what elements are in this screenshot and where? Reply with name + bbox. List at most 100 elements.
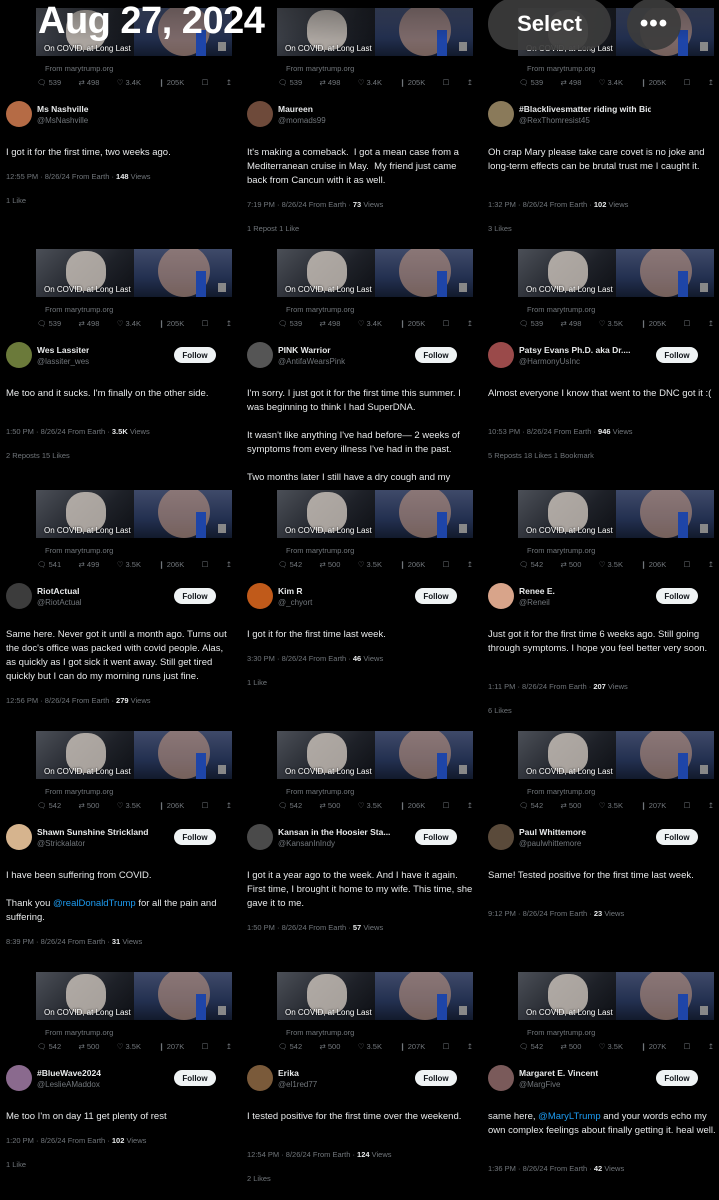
author-name[interactable]: #BlueWave2024 bbox=[37, 1068, 101, 1078]
stat-reply[interactable]: 🗨 539 bbox=[519, 78, 543, 87]
stat-repost[interactable]: ⇄ 498 bbox=[560, 319, 581, 328]
share-icon[interactable]: ↥ bbox=[467, 560, 473, 569]
stat-view[interactable]: ❙ 205K bbox=[640, 319, 666, 328]
author-name[interactable]: #Blacklivesmatter riding with Biden... bbox=[519, 104, 651, 114]
avatar[interactable] bbox=[247, 583, 273, 609]
bookmark-icon[interactable]: ☐ bbox=[202, 801, 209, 810]
bookmark-icon[interactable]: ☐ bbox=[443, 560, 450, 569]
stat-like[interactable]: ♡ 3.5K bbox=[599, 319, 623, 328]
bookmark-icon[interactable]: ☐ bbox=[684, 78, 691, 87]
follow-button[interactable]: Follow bbox=[415, 588, 457, 604]
media-card[interactable]: On COVID, at Long Last bbox=[277, 249, 473, 297]
stat-like[interactable]: ♡ 3.5K bbox=[358, 560, 382, 569]
bookmark-icon[interactable]: ☐ bbox=[443, 319, 450, 328]
author-handle[interactable]: @Reneil bbox=[519, 598, 550, 607]
follow-button[interactable]: Follow bbox=[415, 347, 457, 363]
avatar[interactable] bbox=[247, 824, 273, 850]
avatar[interactable] bbox=[247, 342, 273, 368]
stat-reply[interactable]: 🗨 539 bbox=[37, 78, 61, 87]
share-icon[interactable]: ↥ bbox=[708, 78, 714, 87]
share-icon[interactable]: ↥ bbox=[708, 560, 714, 569]
stat-reply[interactable]: 🗨 539 bbox=[278, 319, 302, 328]
stat-view[interactable]: ❙ 206K bbox=[399, 560, 425, 569]
share-icon[interactable]: ↥ bbox=[226, 78, 232, 87]
avatar[interactable] bbox=[488, 1065, 514, 1091]
stat-repost[interactable]: ⇄ 500 bbox=[319, 1042, 340, 1051]
media-card[interactable]: On COVID, at Long Last bbox=[277, 490, 473, 538]
share-icon[interactable]: ↥ bbox=[708, 801, 714, 810]
stat-view[interactable]: ❙ 205K bbox=[399, 319, 425, 328]
stat-view[interactable]: ❙ 206K bbox=[399, 801, 425, 810]
bookmark-icon[interactable]: ☐ bbox=[684, 560, 691, 569]
follow-button[interactable]: Follow bbox=[415, 1070, 457, 1086]
stat-repost[interactable]: ⇄ 498 bbox=[560, 78, 581, 87]
avatar[interactable] bbox=[488, 342, 514, 368]
stat-reply[interactable]: 🗨 542 bbox=[278, 560, 302, 569]
select-button[interactable]: Select bbox=[488, 0, 611, 50]
author-name[interactable]: Patsy Evans Ph.D. aka Dr.... bbox=[519, 345, 631, 355]
avatar[interactable] bbox=[488, 101, 514, 127]
follow-button[interactable]: Follow bbox=[656, 1070, 698, 1086]
stat-reply[interactable]: 🗨 542 bbox=[519, 560, 543, 569]
bookmark-icon[interactable]: ☐ bbox=[684, 319, 691, 328]
stat-like[interactable]: ♡ 3.5K bbox=[117, 1042, 141, 1051]
stat-view[interactable]: ❙ 205K bbox=[640, 78, 666, 87]
stat-repost[interactable]: ⇄ 498 bbox=[78, 78, 99, 87]
stat-view[interactable]: ❙ 207K bbox=[399, 1042, 425, 1051]
share-icon[interactable]: ↥ bbox=[226, 319, 232, 328]
media-card[interactable]: On COVID, at Long Last bbox=[277, 972, 473, 1020]
author-name[interactable]: Ms Nashville bbox=[37, 104, 89, 114]
stat-reply[interactable]: 🗨 542 bbox=[278, 1042, 302, 1051]
stat-reply[interactable]: 🗨 542 bbox=[37, 801, 61, 810]
avatar[interactable] bbox=[6, 342, 32, 368]
follow-button[interactable]: Follow bbox=[174, 1070, 216, 1086]
share-icon[interactable]: ↥ bbox=[226, 801, 232, 810]
author-handle[interactable]: @Strickalator bbox=[37, 839, 85, 848]
author-handle[interactable]: @MsNashville bbox=[37, 116, 88, 125]
media-card[interactable]: On COVID, at Long Last bbox=[518, 490, 714, 538]
more-options-button[interactable]: ••• bbox=[627, 0, 681, 50]
stat-repost[interactable]: ⇄ 500 bbox=[560, 801, 581, 810]
author-name[interactable]: Renee E. bbox=[519, 586, 555, 596]
stat-view[interactable]: ❙ 207K bbox=[640, 801, 666, 810]
stat-reply[interactable]: 🗨 542 bbox=[519, 801, 543, 810]
stat-repost[interactable]: ⇄ 500 bbox=[78, 801, 99, 810]
author-handle[interactable]: @paulwhittemore bbox=[519, 839, 581, 848]
stat-like[interactable]: ♡ 3.4K bbox=[599, 78, 623, 87]
stat-reply[interactable]: 🗨 542 bbox=[278, 801, 302, 810]
share-icon[interactable]: ↥ bbox=[226, 1042, 232, 1051]
author-name[interactable]: RiotActual bbox=[37, 586, 80, 596]
stat-view[interactable]: ❙ 205K bbox=[399, 78, 425, 87]
stat-like[interactable]: ♡ 3.5K bbox=[358, 801, 382, 810]
bookmark-icon[interactable]: ☐ bbox=[202, 560, 209, 569]
author-name[interactable]: Wes Lassiter bbox=[37, 345, 89, 355]
stat-view[interactable]: ❙ 205K bbox=[158, 319, 184, 328]
stat-repost[interactable]: ⇄ 498 bbox=[319, 319, 340, 328]
media-card[interactable]: On COVID, at Long Last bbox=[518, 972, 714, 1020]
share-icon[interactable]: ↥ bbox=[708, 319, 714, 328]
author-name[interactable]: Kim R bbox=[278, 586, 303, 596]
bookmark-icon[interactable]: ☐ bbox=[684, 1042, 691, 1051]
stat-view[interactable]: ❙ 206K bbox=[158, 801, 184, 810]
stat-reply[interactable]: 🗨 539 bbox=[519, 319, 543, 328]
share-icon[interactable]: ↥ bbox=[708, 1042, 714, 1051]
stat-repost[interactable]: ⇄ 498 bbox=[319, 78, 340, 87]
stat-view[interactable]: ❙ 205K bbox=[158, 78, 184, 87]
follow-button[interactable]: Follow bbox=[174, 588, 216, 604]
stat-like[interactable]: ♡ 3.5K bbox=[358, 1042, 382, 1051]
author-handle[interactable]: @_chyort bbox=[278, 598, 312, 607]
author-name[interactable]: Kansan in the Hoosier Sta... bbox=[278, 827, 390, 837]
bookmark-icon[interactable]: ☐ bbox=[684, 801, 691, 810]
media-card[interactable]: On COVID, at Long Last bbox=[518, 731, 714, 779]
media-card[interactable]: On COVID, at Long Last bbox=[36, 490, 232, 538]
stat-like[interactable]: ♡ 3.5K bbox=[599, 560, 623, 569]
follow-button[interactable]: Follow bbox=[415, 829, 457, 845]
share-icon[interactable]: ↥ bbox=[467, 801, 473, 810]
bookmark-icon[interactable]: ☐ bbox=[202, 1042, 209, 1051]
author-name[interactable]: Paul Whittemore bbox=[519, 827, 586, 837]
stat-like[interactable]: ♡ 3.5K bbox=[599, 801, 623, 810]
author-name[interactable]: Maureen bbox=[278, 104, 313, 114]
author-name[interactable]: PINK Warrior bbox=[278, 345, 331, 355]
stat-repost[interactable]: ⇄ 500 bbox=[319, 801, 340, 810]
stat-view[interactable]: ❙ 206K bbox=[158, 560, 184, 569]
